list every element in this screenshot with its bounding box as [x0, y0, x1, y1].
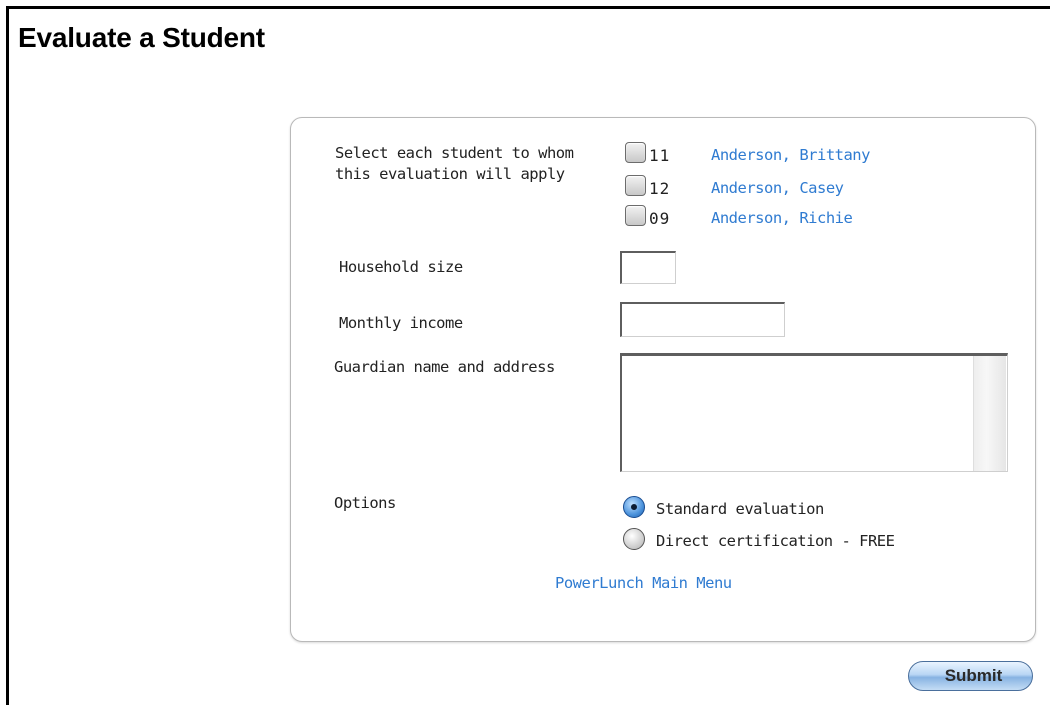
student-grade: 09	[649, 209, 671, 228]
submit-button[interactable]: Submit	[908, 661, 1033, 691]
guardian-label: Guardian name and address	[334, 358, 555, 376]
page-title: Evaluate a Student	[18, 22, 265, 53]
radio-label: Standard evaluation	[656, 500, 824, 518]
monthly-income-label: Monthly income	[339, 314, 463, 332]
student-selection-label-text: Select each student to whom this evaluat…	[335, 144, 574, 183]
guardian-scrollbar[interactable]	[973, 356, 1006, 471]
student-link-richie[interactable]: Anderson, Richie	[711, 209, 853, 227]
student-checkbox-casey[interactable]	[625, 175, 646, 196]
radio-standard-evaluation[interactable]	[623, 496, 645, 518]
student-grade: 12	[649, 179, 671, 198]
options-label: Options	[334, 494, 396, 512]
main-menu-link[interactable]: PowerLunch Main Menu	[555, 574, 732, 592]
student-link-brittany[interactable]: Anderson, Brittany	[711, 146, 870, 164]
radio-direct-certification[interactable]	[623, 528, 645, 550]
student-checkbox-brittany[interactable]	[625, 142, 646, 163]
radio-label: Direct certification - FREE	[656, 532, 895, 550]
household-size-label: Household size	[339, 258, 463, 276]
student-link-casey[interactable]: Anderson, Casey	[711, 179, 844, 197]
student-checkbox-richie[interactable]	[625, 205, 646, 226]
student-selection-label: Select each student to whom this evaluat…	[335, 143, 574, 185]
student-grade: 11	[649, 146, 671, 165]
guardian-textarea[interactable]	[620, 353, 1008, 472]
monthly-income-field[interactable]	[620, 302, 785, 337]
household-size-field[interactable]	[620, 251, 676, 284]
